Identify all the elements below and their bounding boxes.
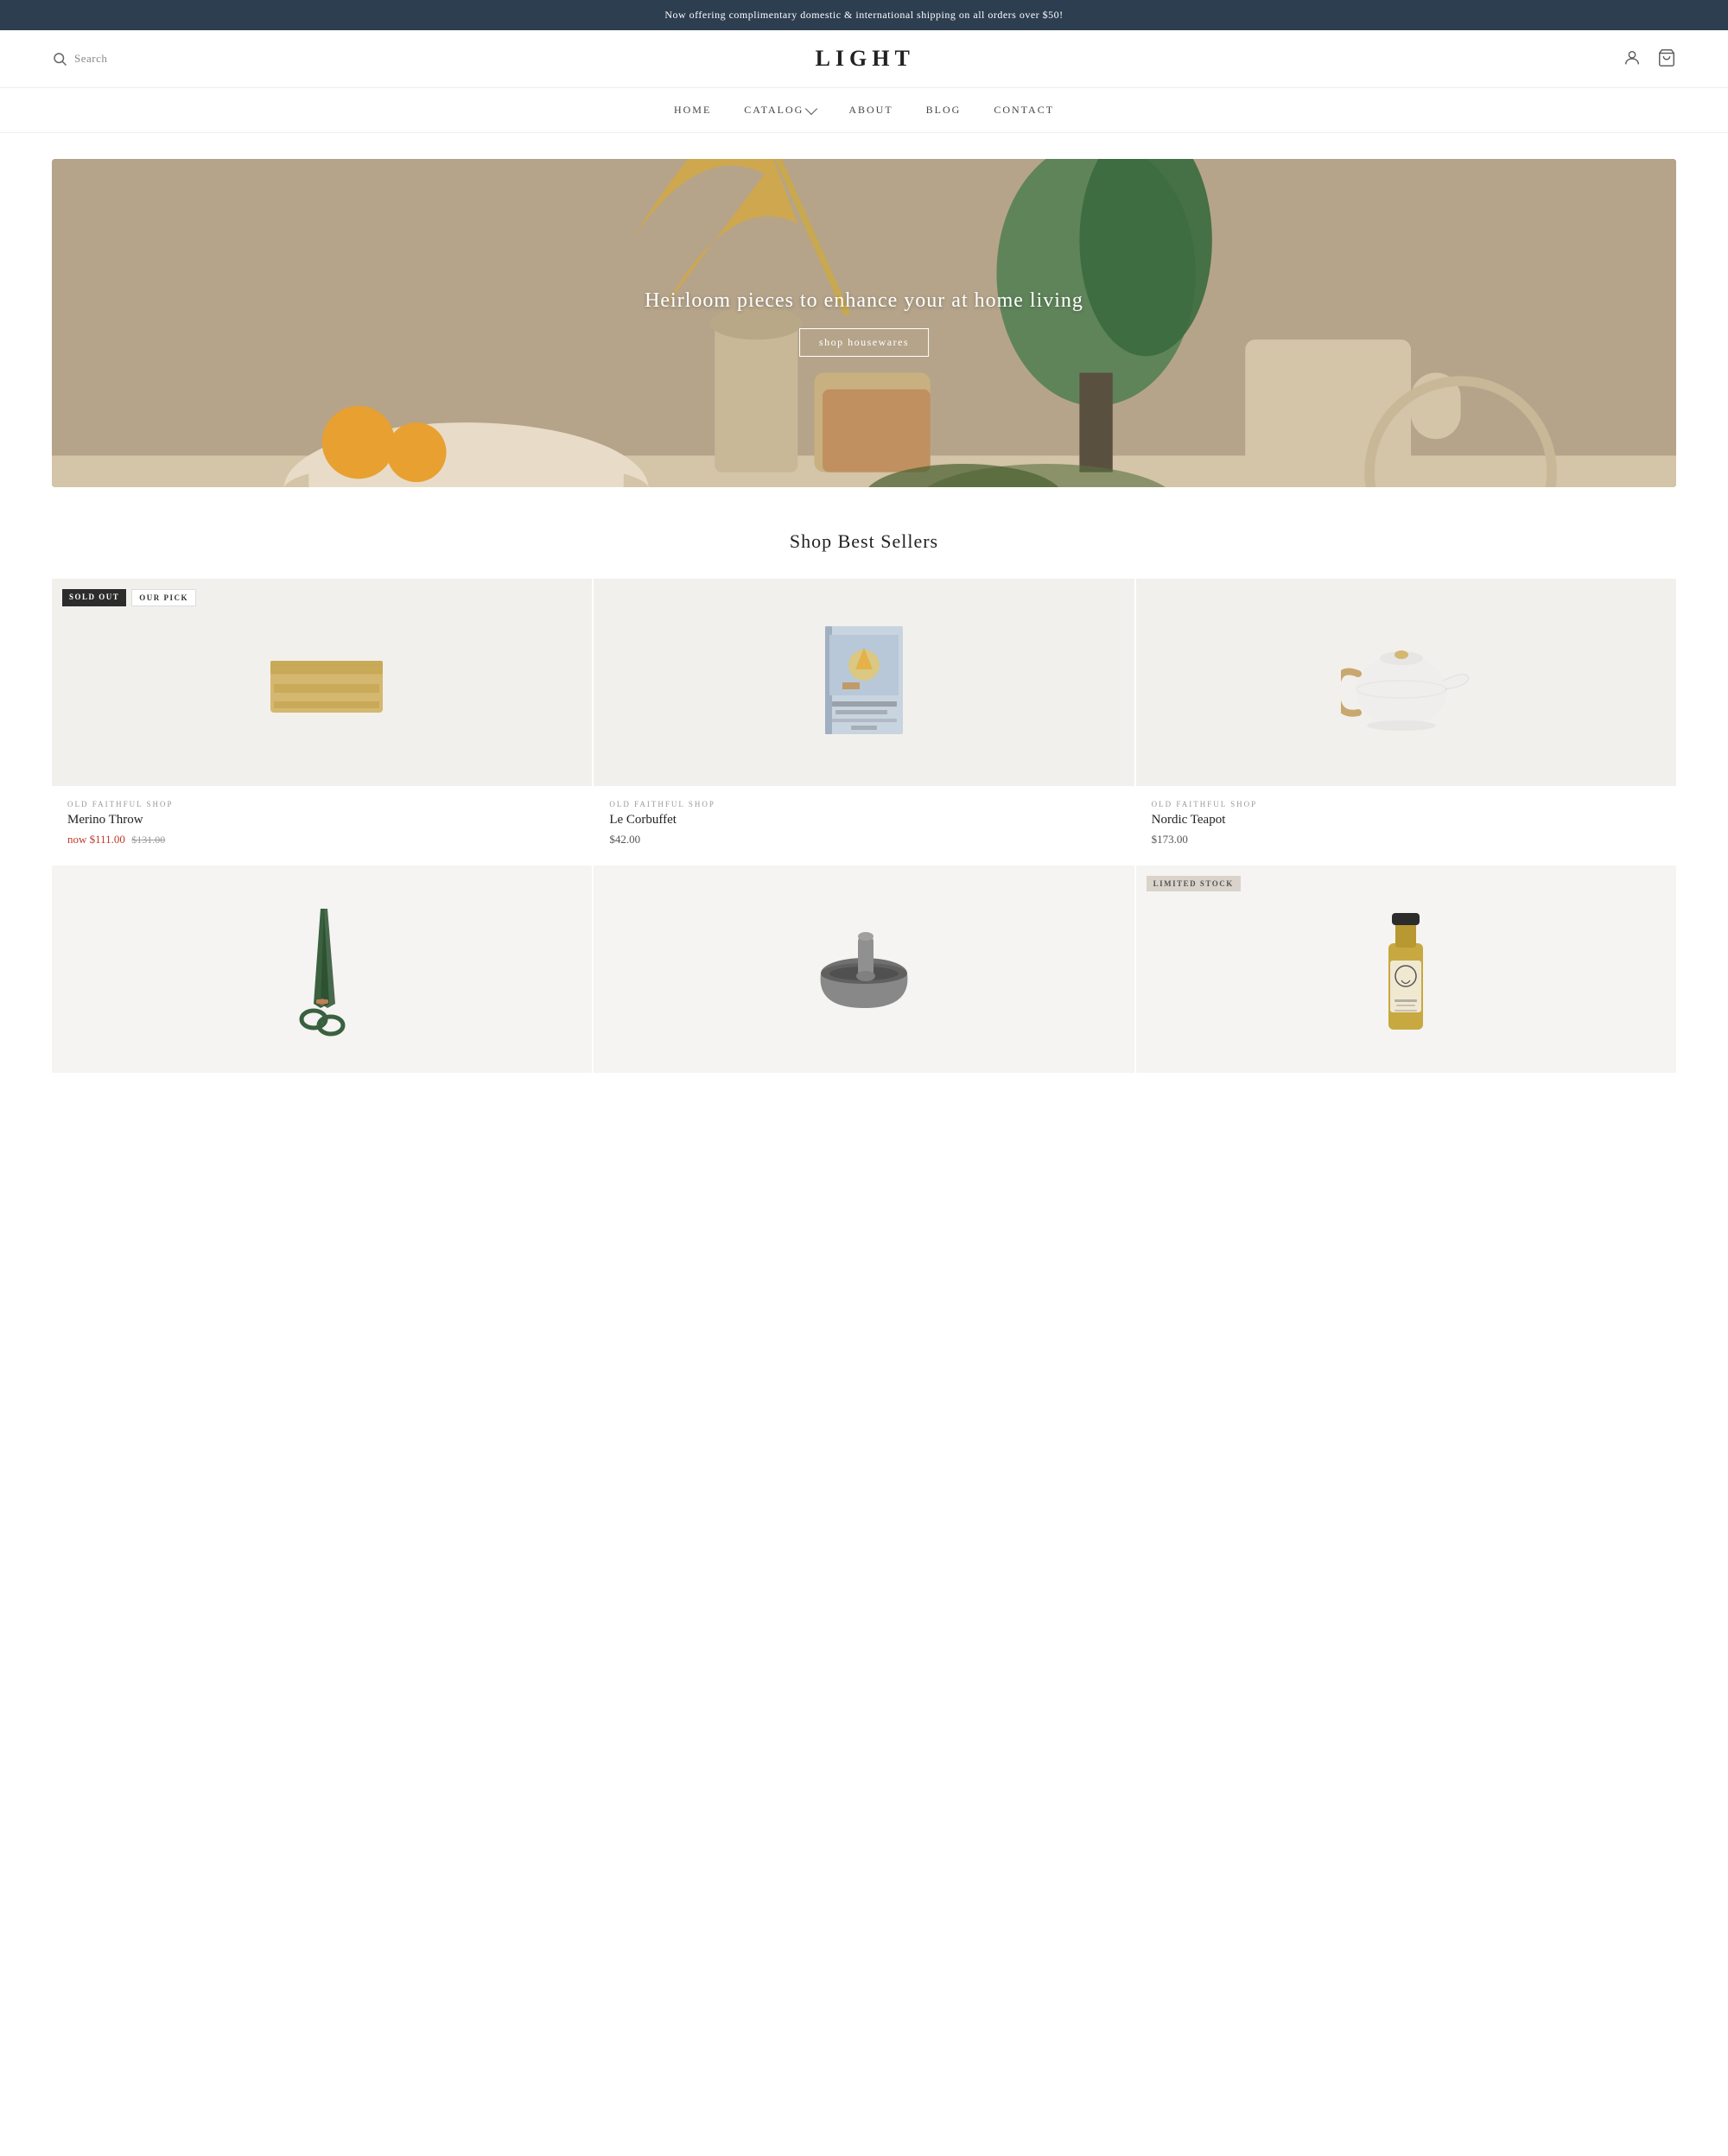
product-image-mortar: [594, 866, 1134, 1073]
nav-item-contact[interactable]: CONTACT: [994, 104, 1054, 117]
product-name: Le Corbuffet: [609, 813, 1118, 828]
product-info-scissors: [52, 1073, 592, 1109]
product-info-nordic-teapot: OLD FAITHFUL SHOP Nordic Teapot $173.00: [1136, 786, 1676, 864]
cart-icon: [1657, 48, 1676, 67]
announcement-bar: Now offering complimentary domestic & in…: [0, 0, 1728, 30]
product-badges: LIMITED STOCK: [1147, 876, 1241, 891]
search-label: Search: [74, 52, 107, 66]
nav-item-about[interactable]: ABOUT: [848, 104, 893, 117]
product-info-mortar: [594, 1073, 1134, 1109]
search-icon: [52, 51, 67, 67]
product-vendor: OLD FAITHFUL SHOP: [1152, 800, 1661, 808]
header: Search LIGHT: [0, 30, 1728, 88]
hero-section: Heirloom pieces to enhance your at home …: [52, 159, 1676, 487]
product-image-scissors: [52, 866, 592, 1073]
throw-image: [253, 644, 391, 721]
main-nav: HOME CATALOG ABOUT BLOG CONTACT: [0, 88, 1728, 133]
price-was: $131.00: [131, 834, 165, 846]
teapot-image: [1341, 631, 1471, 734]
product-info-le-corbuffet: OLD FAITHFUL SHOP Le Corbuffet $42.00: [594, 786, 1134, 864]
nav-item-home[interactable]: HOME: [674, 104, 711, 117]
product-card-scissors[interactable]: [52, 866, 592, 1109]
product-name: Merino Throw: [67, 813, 576, 828]
product-grid: SOLD OUT OUR PICK OLD FAITHFUL SHOP Meri…: [52, 579, 1676, 1109]
product-card-merino-throw[interactable]: SOLD OUT OUR PICK OLD FAITHFUL SHOP Meri…: [52, 579, 592, 864]
nav-item-catalog[interactable]: CATALOG: [744, 104, 816, 117]
best-sellers-title: Shop Best Sellers: [0, 530, 1728, 553]
product-image-bottle: LIMITED STOCK: [1136, 866, 1676, 1073]
product-vendor: OLD FAITHFUL SHOP: [67, 800, 576, 808]
product-price: $173.00: [1152, 833, 1661, 847]
site-logo[interactable]: LIGHT: [816, 46, 915, 72]
account-icon: [1623, 48, 1642, 67]
product-info-merino-throw: OLD FAITHFUL SHOP Merino Throw now $111.…: [52, 786, 592, 864]
scissors-image: [288, 900, 357, 1038]
bottle-image: [1371, 900, 1440, 1038]
product-name: Nordic Teapot: [1152, 813, 1661, 828]
product-image-nordic-teapot: [1136, 579, 1676, 786]
hero-content: Heirloom pieces to enhance your at home …: [645, 289, 1083, 357]
product-vendor: OLD FAITHFUL SHOP: [609, 800, 1118, 808]
hero-title: Heirloom pieces to enhance your at home …: [645, 289, 1083, 313]
product-image-merino-throw: SOLD OUT OUR PICK: [52, 579, 592, 786]
product-card-bottle[interactable]: LIMITED STOCK: [1136, 866, 1676, 1109]
price-now: now $111.00: [67, 833, 125, 846]
price-value: $42.00: [609, 833, 640, 846]
account-button[interactable]: [1623, 48, 1642, 70]
announcement-text: Now offering complimentary domestic & in…: [664, 9, 1063, 21]
product-info-bottle: [1136, 1073, 1676, 1109]
product-price: now $111.00 $131.00: [67, 833, 576, 847]
badge-our-pick: OUR PICK: [131, 589, 196, 606]
product-price: $42.00: [609, 833, 1118, 847]
product-image-le-corbuffet: [594, 579, 1134, 786]
hero-cta-button[interactable]: Shop housewares: [799, 328, 929, 357]
mortar-image: [808, 926, 920, 1012]
book-image: [816, 622, 912, 743]
nav-item-blog[interactable]: BLOG: [926, 104, 962, 117]
cart-button[interactable]: [1657, 48, 1676, 70]
badge-limited-stock: LIMITED STOCK: [1147, 876, 1241, 891]
chevron-down-icon: [805, 102, 817, 114]
search-button[interactable]: Search: [52, 51, 107, 67]
product-card-nordic-teapot[interactable]: OLD FAITHFUL SHOP Nordic Teapot $173.00: [1136, 579, 1676, 864]
product-card-mortar[interactable]: [594, 866, 1134, 1109]
product-card-le-corbuffet[interactable]: OLD FAITHFUL SHOP Le Corbuffet $42.00: [594, 579, 1134, 864]
badge-sold-out: SOLD OUT: [62, 589, 126, 606]
product-badges: SOLD OUT OUR PICK: [62, 589, 196, 606]
header-icons: [1623, 48, 1676, 70]
price-value: $173.00: [1152, 833, 1188, 846]
